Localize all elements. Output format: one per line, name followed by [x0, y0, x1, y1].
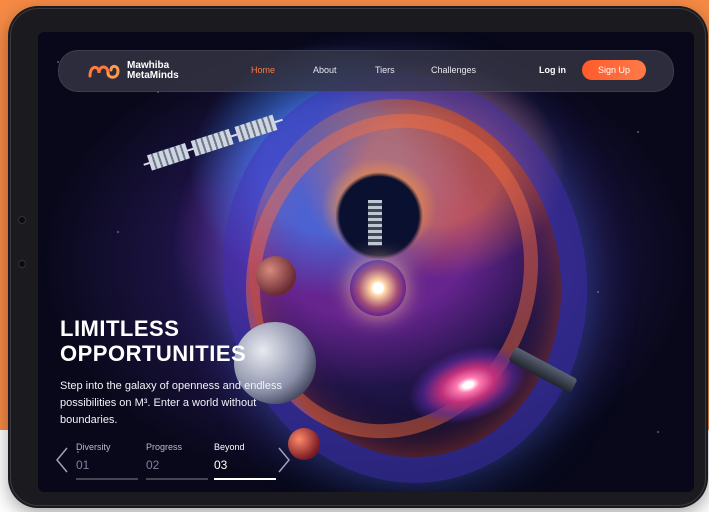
nav-about[interactable]: About: [313, 65, 337, 75]
nav-home[interactable]: Home: [251, 65, 275, 75]
carousel-tab-beyond[interactable]: Beyond 03: [214, 442, 276, 480]
carousel-tab-progress[interactable]: Progress 02: [146, 442, 208, 480]
hero-headline: LIMITLESS OPPORTUNITIES: [60, 316, 246, 366]
tab-number: 01: [76, 458, 90, 472]
tab-indicator-active: [214, 478, 276, 480]
logo-icon: [88, 64, 120, 79]
planet-illustration-small: [256, 256, 296, 296]
hero-headline-line2: OPPORTUNITIES: [60, 341, 247, 366]
camera-icon: [18, 216, 26, 224]
signup-button[interactable]: Sign Up: [582, 60, 646, 80]
hero-description: Step into the galaxy of openness and end…: [60, 380, 282, 426]
tablet-frame: Mawhiba MetaMinds Home About Tiers Chall…: [8, 6, 708, 508]
nav-tiers[interactable]: Tiers: [375, 65, 395, 75]
chevron-right-icon[interactable]: [276, 446, 292, 474]
tab-number: 02: [146, 458, 160, 472]
nav-challenges[interactable]: Challenges: [431, 65, 476, 75]
top-navbar: Mawhiba MetaMinds Home About Tiers Chall…: [58, 50, 674, 92]
sensor-icon: [18, 260, 26, 268]
tab-label: Progress: [146, 442, 183, 452]
brand-logo[interactable]: Mawhiba MetaMinds: [87, 61, 179, 81]
space-tower-illustration: [368, 200, 382, 246]
tab-indicator: [76, 478, 138, 480]
planet-illustration-red: [288, 428, 320, 460]
chevron-left-icon[interactable]: [54, 446, 70, 474]
brand-name-line2: MetaMinds: [127, 70, 179, 81]
tab-indicator: [146, 478, 208, 480]
tab-number: 03: [214, 458, 228, 472]
brand-name: Mawhiba MetaMinds: [127, 61, 179, 81]
tab-label: Diversity: [76, 442, 111, 452]
cosmic-core-illustration: [350, 260, 406, 316]
app-screen: Mawhiba MetaMinds Home About Tiers Chall…: [38, 32, 694, 492]
tab-label: Beyond: [214, 442, 245, 452]
hero-headline-line1: LIMITLESS: [60, 316, 180, 341]
login-link[interactable]: Log in: [539, 65, 566, 75]
carousel-tab-diversity[interactable]: Diversity 01: [76, 442, 138, 480]
